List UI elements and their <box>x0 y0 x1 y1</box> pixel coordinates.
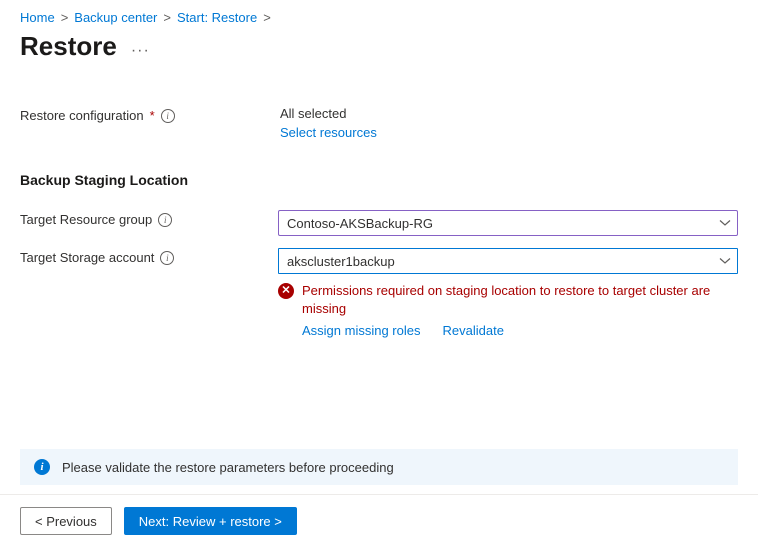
target-storage-account-select[interactable]: akscluster1backup <box>278 248 738 274</box>
error-icon: ✕ <box>278 283 294 299</box>
breadcrumb-home[interactable]: Home <box>20 10 55 25</box>
info-icon[interactable]: i <box>160 251 174 265</box>
page-title: Restore <box>20 31 117 62</box>
staging-section-heading: Backup Staging Location <box>20 172 738 188</box>
restore-config-label: Restore configuration <box>20 108 144 123</box>
target-resource-group-value: Contoso-AKSBackup-RG <box>287 216 433 231</box>
revalidate-link[interactable]: Revalidate <box>443 323 504 338</box>
restore-config-value: All selected <box>280 106 738 121</box>
info-icon[interactable]: i <box>161 109 175 123</box>
next-review-restore-button[interactable]: Next: Review + restore > <box>124 507 297 535</box>
chevron-right-icon: > <box>163 10 171 25</box>
chevron-down-icon <box>719 255 731 267</box>
info-icon[interactable]: i <box>158 213 172 227</box>
wizard-footer: < Previous Next: Review + restore > <box>0 494 758 547</box>
chevron-right-icon: > <box>61 10 69 25</box>
validation-banner: i Please validate the restore parameters… <box>20 449 738 485</box>
assign-missing-roles-link[interactable]: Assign missing roles <box>302 323 421 338</box>
chevron-down-icon <box>719 217 731 229</box>
breadcrumb-start-restore[interactable]: Start: Restore <box>177 10 257 25</box>
more-actions-button[interactable]: ··· <box>131 42 150 60</box>
breadcrumb: Home > Backup center > Start: Restore > <box>20 10 738 25</box>
validation-banner-text: Please validate the restore parameters b… <box>62 460 394 475</box>
select-resources-link[interactable]: Select resources <box>280 125 738 140</box>
chevron-right-icon: > <box>263 10 271 25</box>
breadcrumb-backup-center[interactable]: Backup center <box>74 10 157 25</box>
target-storage-account-label: Target Storage account <box>20 250 154 265</box>
previous-button[interactable]: < Previous <box>20 507 112 535</box>
target-resource-group-select[interactable]: Contoso-AKSBackup-RG <box>278 210 738 236</box>
target-resource-group-label: Target Resource group <box>20 212 152 227</box>
required-indicator: * <box>150 108 155 123</box>
info-icon: i <box>34 459 50 475</box>
storage-account-error-text: Permissions required on staging location… <box>302 282 738 317</box>
target-storage-account-value: akscluster1backup <box>287 254 395 269</box>
